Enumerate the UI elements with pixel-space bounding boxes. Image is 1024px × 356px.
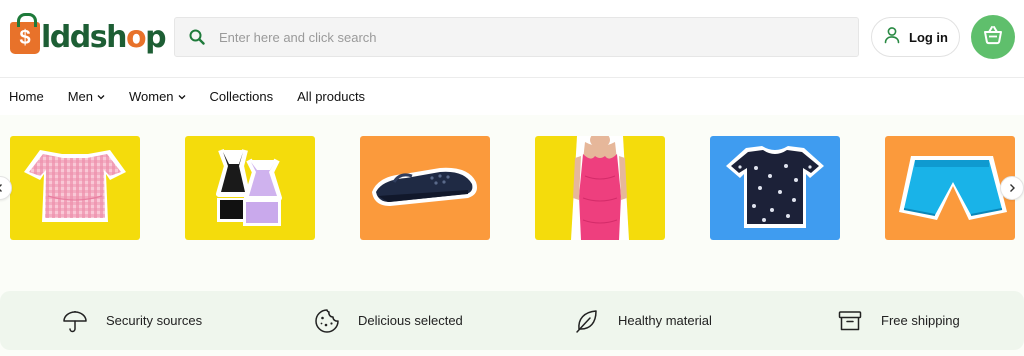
pink-bodycon-dress-image [571,136,629,240]
features-strip: Security sources Delicious selected Heal… [0,291,1024,350]
logo-text-after: p [145,20,166,55]
nav-item-label: Home [9,89,44,104]
search-icon[interactable] [175,29,219,45]
logo-text-before: lddsh [41,20,127,55]
lilac-cami-set-image [216,148,282,226]
nav-item-all-products[interactable]: All products [297,89,365,104]
cookie-icon [315,308,339,333]
brand-logo[interactable]: $ lddshop [10,13,167,55]
feature-free-shipping: Free shipping [837,291,960,350]
navy-floral-tee-image [726,146,824,228]
nav-item-men[interactable]: Men [68,89,105,104]
chevron-down-icon [178,94,186,99]
pink-gingham-top-image [24,150,126,222]
feature-label: Healthy material [618,313,712,328]
box-icon [838,310,862,330]
logo-wordmark: lddshop [41,20,167,55]
navy-clog-image [372,167,477,206]
logo-bag-symbol: $ [19,26,31,49]
feature-security-sources: Security sources [62,291,202,350]
feature-delicious-selected: Delicious selected [314,291,463,350]
umbrella-icon [63,310,87,332]
nav-item-women[interactable]: Women [129,89,186,104]
basket-icon [982,24,1004,51]
product-tile-blue-shorts[interactable] [885,136,1015,240]
feature-label: Security sources [106,313,203,328]
chevron-right-icon [1010,184,1015,192]
main-nav: Home Men Women Collections All products [0,77,1024,115]
search-input[interactable] [219,29,819,45]
login-button[interactable]: Log in [871,17,960,57]
logo-text-accent: o [125,20,147,55]
feature-label: Delicious selected [358,313,463,328]
nav-item-label: Men [67,89,93,104]
product-tile-navy-floral-tee[interactable] [710,136,840,240]
blue-shorts-image [899,156,1007,220]
feature-healthy-material: Healthy material [574,291,712,350]
login-label: Log in [909,29,948,45]
chevron-left-icon [0,184,2,192]
user-icon [883,26,901,49]
carousel-next-button[interactable] [1000,176,1024,200]
nav-item-label: All products [297,89,366,104]
product-tile-lilac-cami-set[interactable] [185,136,315,240]
product-tile-navy-clog[interactable] [360,136,490,240]
nav-item-collections[interactable]: Collections [210,89,274,104]
feature-label: Free shipping [881,313,960,328]
nav-item-home[interactable]: Home [9,89,44,104]
nav-item-label: Women [128,89,174,104]
chevron-down-icon [97,94,105,99]
cart-button[interactable] [971,15,1015,59]
product-tile-pink-bodycon-dress[interactable] [535,136,665,240]
search-bar [174,17,859,57]
leaf-icon [576,309,597,333]
shopping-bag-logo-icon: $ [10,13,40,54]
product-tile-pink-gingham-top[interactable] [10,136,140,240]
site-header: $ lddshop Log in [0,0,1024,76]
nav-item-label: Collections [209,89,274,104]
